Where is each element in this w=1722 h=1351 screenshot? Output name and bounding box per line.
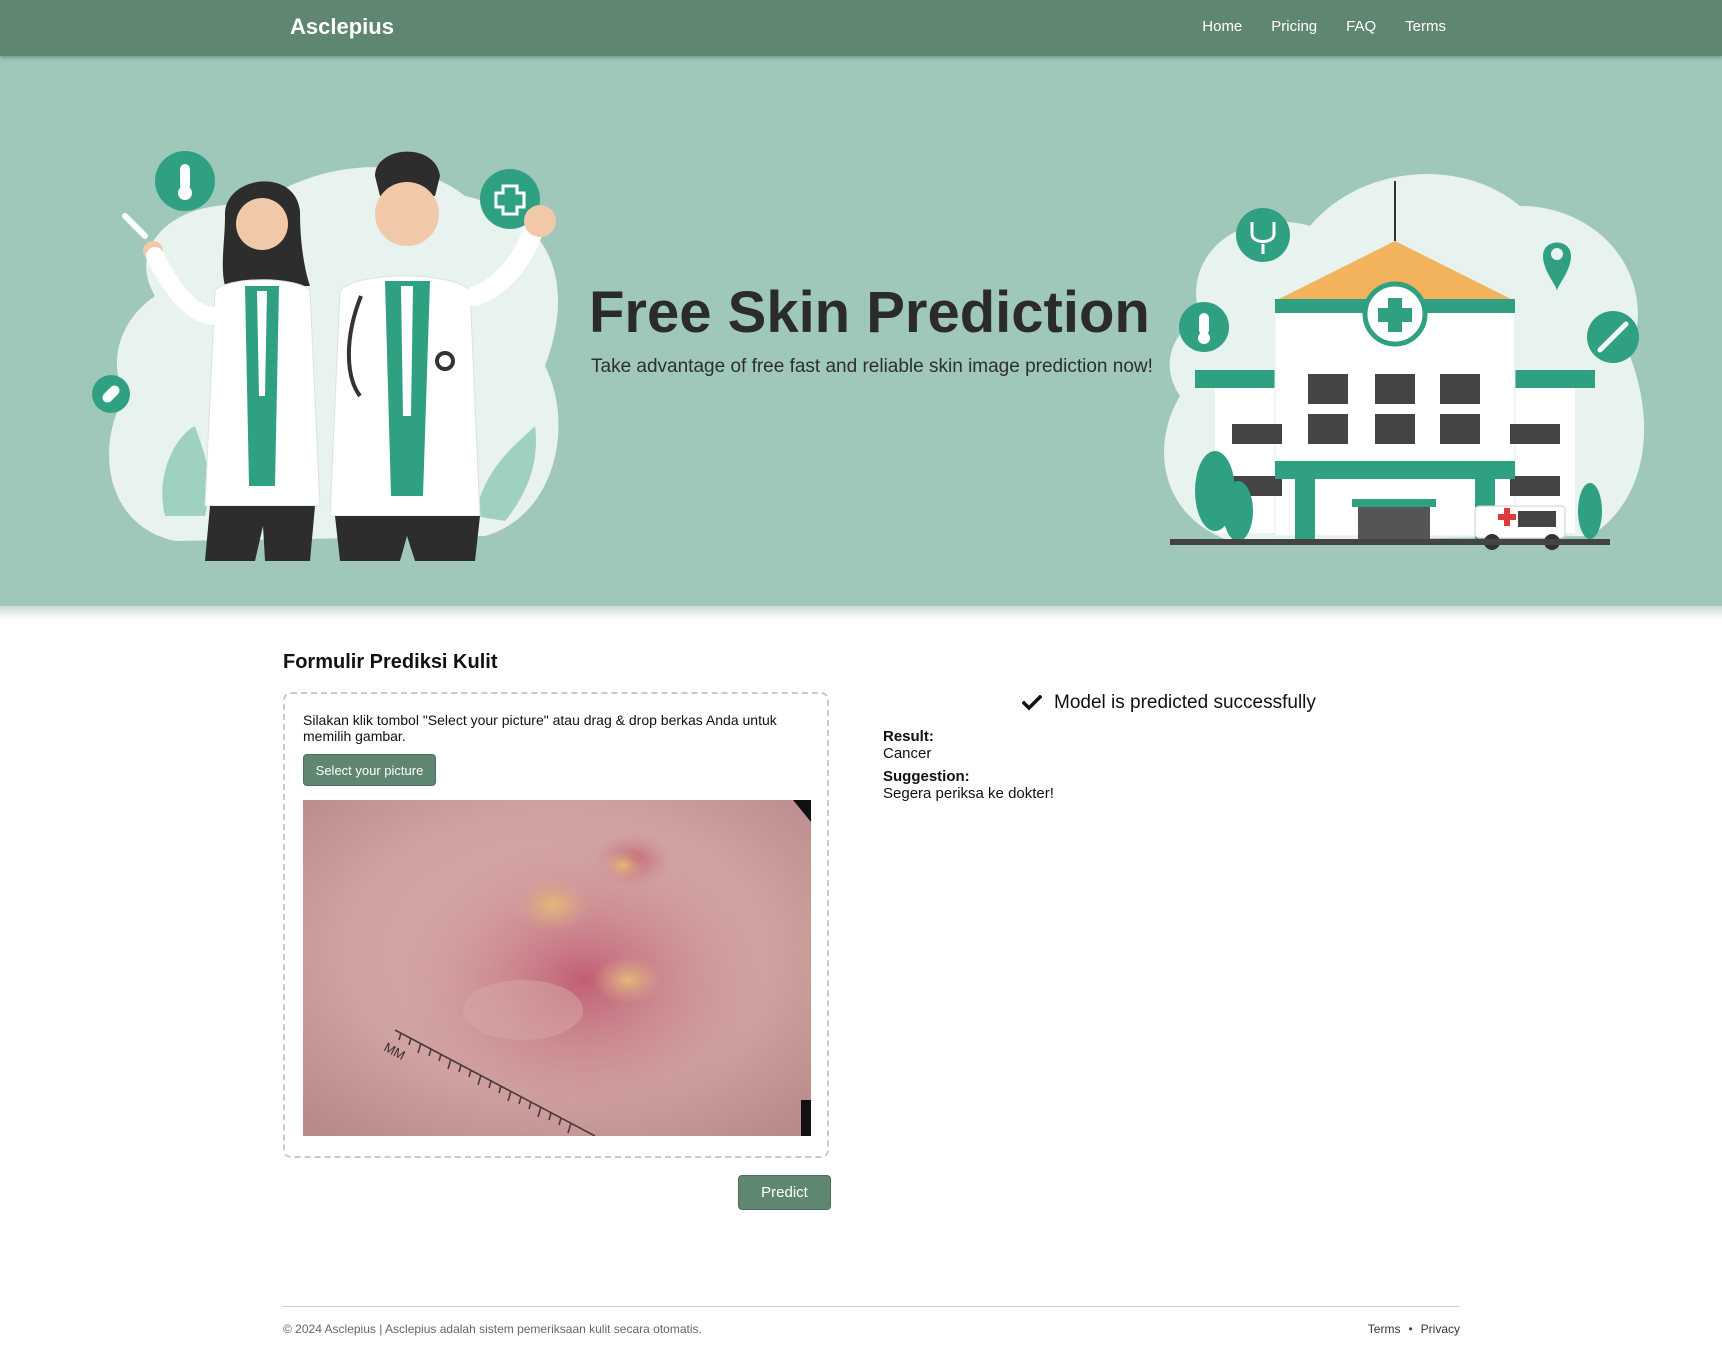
hero-title: Free Skin Prediction xyxy=(589,280,1150,345)
dropzone-instructions: Silakan klik tombol "Select your picture… xyxy=(303,712,777,744)
result-label: Result: xyxy=(883,728,934,745)
footer-privacy-link[interactable]: Privacy xyxy=(1421,1322,1460,1336)
hospital-illustration xyxy=(1164,173,1645,550)
hero-banner: Free Skin Prediction Take advantage of f… xyxy=(0,56,1722,612)
footer-terms-link[interactable]: Terms xyxy=(1368,1322,1401,1336)
suggestion-label: Suggestion: xyxy=(883,768,970,785)
footer-divider xyxy=(283,1306,1460,1307)
success-message: Model is predicted successfully xyxy=(1022,692,1316,714)
navbar: Asclepius Home Pricing FAQ Terms xyxy=(0,0,1722,56)
suggestion-value: Segera periksa ke dokter! xyxy=(883,785,1054,802)
hero-divider xyxy=(0,606,1722,620)
select-picture-button[interactable]: Select your picture xyxy=(303,754,436,786)
nav-faq[interactable]: FAQ xyxy=(1346,18,1376,35)
success-text: Model is predicted successfully xyxy=(1054,692,1316,713)
image-dropzone[interactable]: Silakan klik tombol "Select your picture… xyxy=(283,692,829,1158)
nav-pricing[interactable]: Pricing xyxy=(1271,18,1317,35)
skin-image-preview: MM xyxy=(303,800,811,1136)
brand-logo[interactable]: Asclepius xyxy=(290,14,394,40)
nav-home[interactable]: Home xyxy=(1202,18,1242,35)
form-title: Formulir Prediksi Kulit xyxy=(283,651,498,673)
nav-links: Home Pricing FAQ Terms xyxy=(1202,18,1446,35)
check-icon xyxy=(1022,695,1042,711)
hero-subtitle: Take advantage of free fast and reliable… xyxy=(591,356,1153,377)
doctors-illustration xyxy=(92,151,559,561)
footer-copyright: © 2024 Asclepius | Asclepius adalah sist… xyxy=(283,1322,702,1336)
nav-terms[interactable]: Terms xyxy=(1405,18,1446,35)
footer-separator: • xyxy=(1408,1322,1413,1336)
result-value: Cancer xyxy=(883,745,932,762)
predict-button[interactable]: Predict xyxy=(738,1175,831,1210)
footer-links: Terms • Privacy xyxy=(1368,1322,1460,1336)
